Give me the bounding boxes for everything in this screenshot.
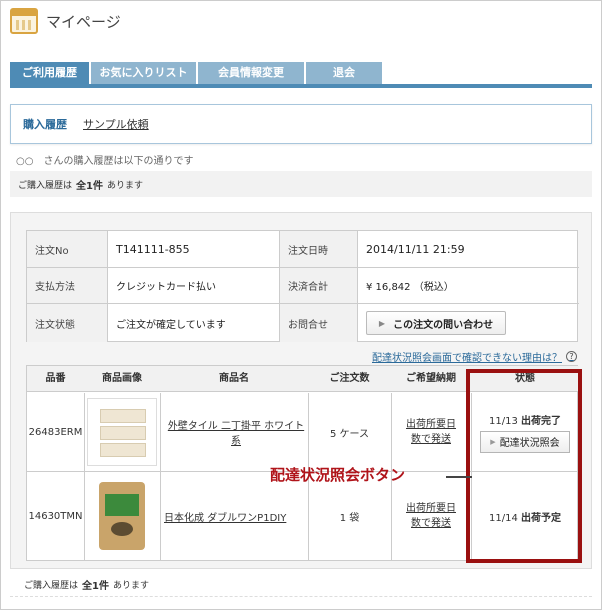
header-qty: ご注文数 bbox=[329, 373, 370, 384]
item-delivery-link[interactable]: 出荷所要日数で発送 bbox=[403, 417, 459, 447]
payment-value: クレジットカード払い bbox=[107, 268, 279, 303]
bag-label bbox=[105, 494, 139, 516]
order-row-number: 注文No T141111-855 注文日時 2014/11/11 21:59 bbox=[27, 231, 579, 268]
count-prefix: ご購入履歴は bbox=[24, 581, 79, 591]
col-divider bbox=[160, 472, 161, 560]
item-image-cell bbox=[84, 393, 160, 471]
label-inquiry: お問合せ bbox=[279, 304, 357, 342]
tile-piece bbox=[100, 409, 146, 423]
header-code: 品番 bbox=[45, 373, 66, 384]
subnav-purchase-history[interactable]: 購入履歴 bbox=[23, 116, 67, 132]
inquiry-cell: ▶ この注文の問い合わせ bbox=[357, 304, 579, 342]
item-code: 26483ERM bbox=[28, 426, 83, 438]
tab-underline bbox=[10, 84, 592, 88]
item-code: 14630TMN bbox=[28, 510, 83, 522]
col-divider bbox=[391, 393, 392, 471]
history-count-footer: ご購入履歴は 全1件 あります bbox=[10, 573, 592, 597]
item-name-cell: 外壁タイル 二丁掛平 ホワイト系 bbox=[160, 393, 308, 471]
subnav-sample-request[interactable]: サンプル依頼 bbox=[83, 116, 149, 132]
tab-member-info[interactable]: 会員情報変更 bbox=[198, 62, 304, 84]
status-highlight-box bbox=[466, 369, 582, 563]
tab-usage-history[interactable]: ご利用履歴 bbox=[10, 62, 89, 84]
order-no-value: T141111-855 bbox=[107, 231, 279, 267]
sub-navigation: 購入履歴 サンプル依頼 bbox=[10, 104, 592, 144]
label-payment: 支払方法 bbox=[27, 268, 107, 303]
item-name-link[interactable]: 日本化成 ダブルワンP1DIY bbox=[164, 509, 286, 524]
tracking-button-callout: 配達状況照会ボタン bbox=[270, 466, 406, 484]
item-delivery-link[interactable]: 出荷所要日数で発送 bbox=[403, 501, 459, 531]
tile-piece bbox=[100, 426, 146, 440]
item-qty: 5 ケース bbox=[329, 428, 370, 440]
question-icon: ? bbox=[566, 351, 577, 362]
order-date-value: 2014/11/11 21:59 bbox=[357, 231, 579, 267]
label-order-date: 注文日時 bbox=[279, 231, 357, 267]
label-order-no: 注文No bbox=[27, 231, 107, 267]
tab-withdraw[interactable]: 退会 bbox=[306, 62, 382, 84]
intro-text: ○○ さんの購入履歴は以下の通りです bbox=[16, 156, 194, 167]
col-divider bbox=[160, 393, 161, 471]
order-row-payment: 支払方法 クレジットカード払い 決済合計 ¥ 16,842 （税込） bbox=[27, 268, 579, 304]
label-total: 決済合計 bbox=[279, 268, 357, 303]
col-divider bbox=[84, 393, 85, 471]
arrow-right-icon: ▶ bbox=[378, 318, 386, 328]
callout-leader-line bbox=[446, 476, 472, 478]
col-divider bbox=[84, 472, 85, 560]
tile-piece bbox=[100, 443, 146, 457]
page-title: マイページ bbox=[46, 12, 121, 31]
calendar-icon bbox=[10, 8, 38, 34]
inquiry-button[interactable]: ▶ この注文の問い合わせ bbox=[366, 311, 506, 335]
history-count-bar: ご購入履歴は 全1件 あります bbox=[10, 171, 592, 197]
col-divider bbox=[308, 393, 309, 471]
bag-emblem bbox=[111, 522, 133, 536]
total-value: ¥ 16,842 （税込） bbox=[357, 268, 579, 303]
count-value: 全1件 bbox=[82, 581, 109, 592]
item-image-cell bbox=[84, 472, 160, 560]
delivery-help-text: 配達状況照会画面で確認できない理由は？ bbox=[372, 353, 562, 364]
order-status-value: ご注文が確定しています bbox=[107, 304, 279, 342]
order-summary-table: 注文No T141111-855 注文日時 2014/11/11 21:59 支… bbox=[26, 230, 579, 342]
tab-favorites[interactable]: お気に入りリスト bbox=[91, 62, 196, 84]
count-value: 全1件 bbox=[76, 180, 103, 192]
col-divider bbox=[308, 472, 309, 560]
order-row-status: 注文状態 ご注文が確定しています お問合せ ▶ この注文の問い合わせ bbox=[27, 304, 579, 342]
item-delivery-cell: 出荷所要日数で発送 bbox=[391, 472, 471, 560]
inquiry-button-label: この注文の問い合わせ bbox=[393, 319, 494, 331]
label-order-status: 注文状態 bbox=[27, 304, 107, 342]
tile-product-image[interactable] bbox=[87, 398, 157, 466]
header-name: 商品名 bbox=[219, 373, 249, 384]
page-header: マイページ bbox=[10, 6, 121, 36]
item-delivery-cell: 出荷所要日数で発送 bbox=[391, 393, 471, 471]
tab-bar: ご利用履歴 お気に入りリスト 会員情報変更 退会 bbox=[10, 62, 384, 84]
count-prefix: ご購入履歴は bbox=[18, 180, 73, 191]
header-image: 商品画像 bbox=[102, 373, 142, 384]
item-name-cell: 日本化成 ダブルワンP1DIY bbox=[160, 472, 308, 560]
count-suffix: あります bbox=[112, 581, 149, 591]
item-qty: 1 袋 bbox=[339, 512, 360, 524]
delivery-help-link[interactable]: 配達状況照会画面で確認できない理由は？ ? bbox=[372, 349, 577, 364]
item-name-link[interactable]: 外壁タイル 二丁掛平 ホワイト系 bbox=[164, 417, 308, 447]
header-delivery: ご希望納期 bbox=[406, 373, 456, 384]
count-suffix: あります bbox=[106, 180, 143, 191]
col-divider bbox=[391, 472, 392, 560]
bag-product-image[interactable] bbox=[99, 482, 145, 550]
